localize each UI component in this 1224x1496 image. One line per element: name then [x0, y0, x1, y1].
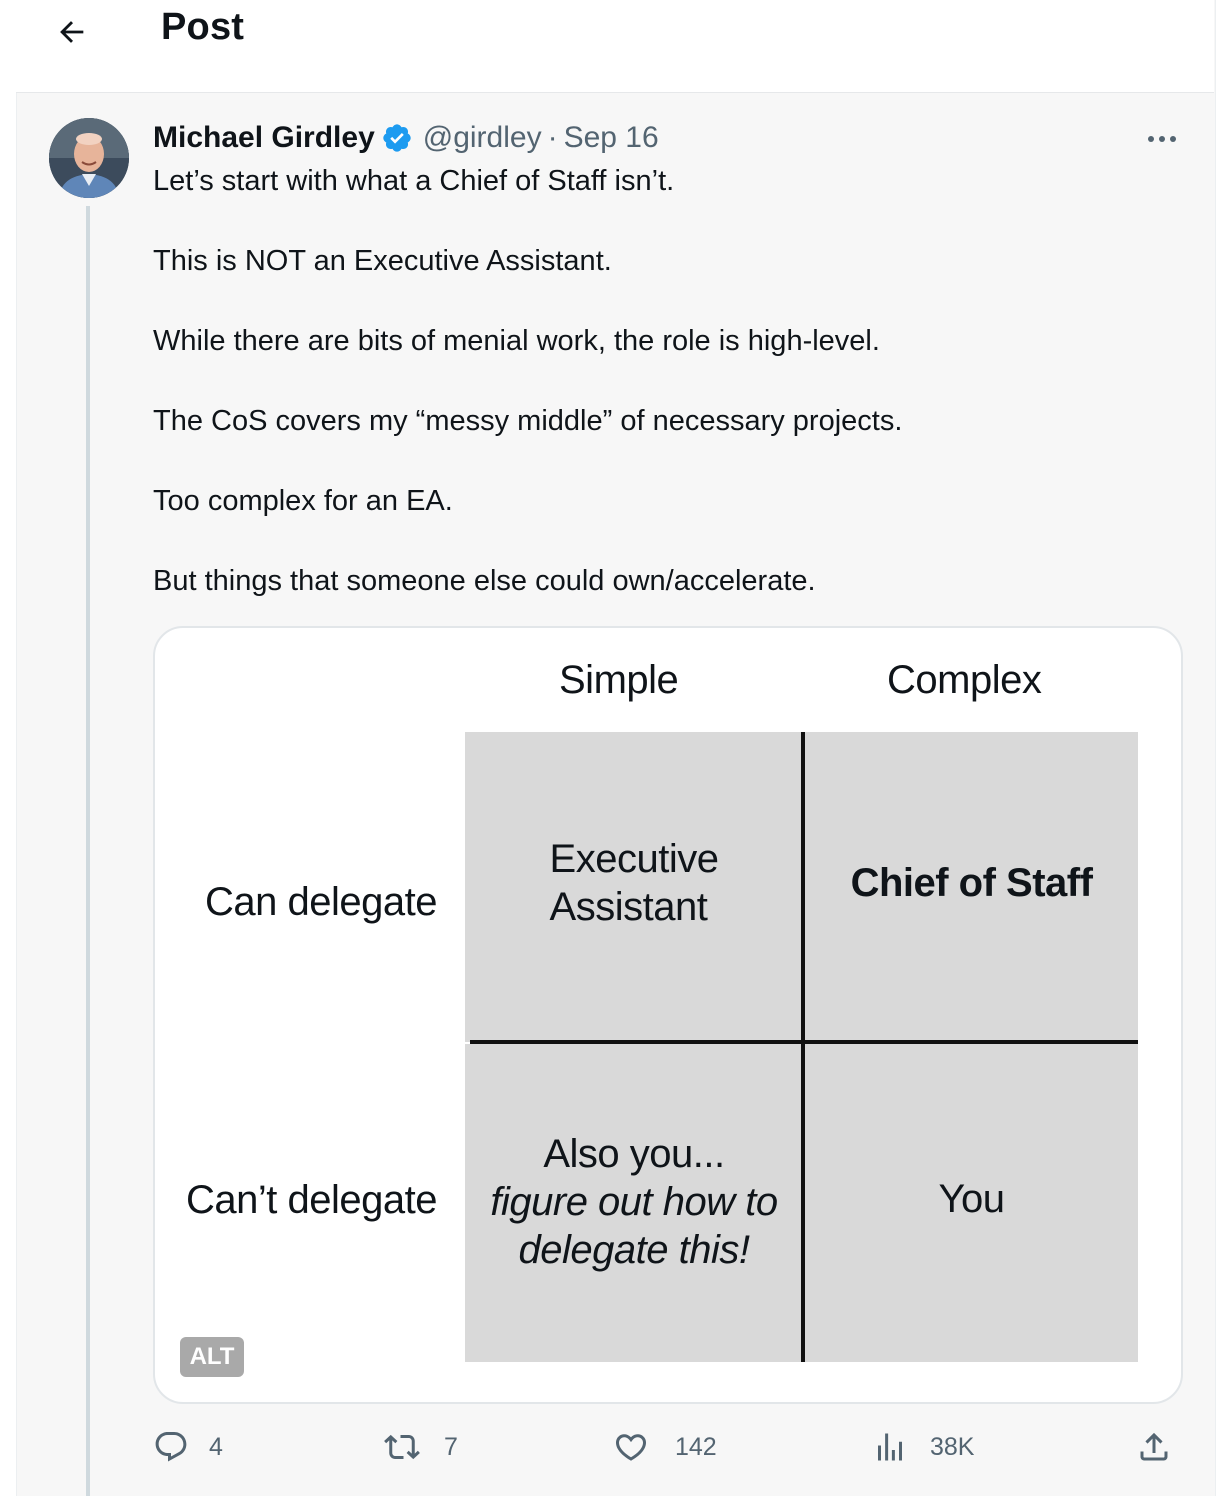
cell-text-line: Assistant	[549, 885, 708, 929]
tweet-paragraph: Too complex for an EA.	[153, 485, 453, 517]
cell-text-line: delegate this!	[518, 1228, 750, 1272]
row-header-cant-delegate: Can’t delegate	[186, 1178, 437, 1222]
cell-text: You	[938, 1177, 1006, 1221]
tweet-media-image[interactable]: Simple Complex Can delegate Can’t delega…	[153, 626, 1183, 1404]
heart-icon	[615, 1434, 647, 1461]
more-dots-icon	[1148, 136, 1176, 142]
avatar-image	[49, 118, 129, 198]
share-upload-icon	[1140, 1432, 1168, 1461]
page-header: Post	[16, 0, 1214, 93]
repost-button[interactable]: 7	[384, 1426, 458, 1468]
thread-line	[86, 206, 90, 1496]
tweet-paragraph: The CoS covers my “messy middle” of nece…	[153, 405, 903, 437]
tweet-text: Let’s start with what a Chief of Staff i…	[153, 161, 1173, 641]
matrix-vertical-divider	[801, 732, 805, 1362]
views-button[interactable]: 38K	[872, 1426, 974, 1468]
share-button[interactable]	[1136, 1426, 1172, 1468]
row-header-can-delegate: Can delegate	[205, 880, 437, 924]
views-count: 38K	[930, 1432, 975, 1461]
tweet-paragraph: While there are bits of menial work, the…	[153, 325, 880, 357]
arrow-left-icon	[60, 21, 84, 43]
cell-you: You	[805, 1044, 1138, 1362]
bar-chart-icon	[878, 1433, 902, 1461]
column-header-complex: Complex	[887, 658, 1042, 702]
tweet-paragraph: Let’s start with what a Chief of Staff i…	[153, 165, 675, 197]
cell-chief-of-staff: Chief of Staff	[805, 732, 1138, 1042]
repost-count: 7	[444, 1432, 458, 1461]
like-button[interactable]: 142	[613, 1426, 717, 1468]
cell-text: Chief of Staff	[850, 861, 1093, 905]
like-count: 142	[675, 1432, 717, 1461]
cell-text-line: Executive	[549, 837, 719, 881]
column-header-simple: Simple	[559, 658, 679, 702]
matrix-horizontal-divider	[470, 1040, 1138, 1044]
tweet-paragraph: This is NOT an Executive Assistant.	[153, 245, 612, 277]
alt-text-badge[interactable]: ALT	[180, 1337, 244, 1377]
page-title: Post	[161, 6, 245, 48]
more-options-button[interactable]	[1140, 122, 1184, 156]
author-handle[interactable]: @girdley	[423, 121, 542, 155]
cell-also-you: Also you... figure out how to delegate t…	[465, 1044, 803, 1362]
repost-icon	[384, 1434, 420, 1460]
meta-separator: ·	[547, 121, 558, 154]
cell-text-line: Also you...	[543, 1132, 725, 1176]
back-button[interactable]	[52, 12, 92, 52]
reply-bubble-icon	[155, 1432, 187, 1462]
avatar[interactable]	[49, 118, 129, 198]
reply-button[interactable]: 4	[153, 1426, 223, 1468]
tweet-paragraph: But things that someone else could own/a…	[153, 565, 816, 597]
cell-executive-assistant: Executive Assistant	[465, 732, 803, 1042]
reply-count: 4	[209, 1432, 223, 1461]
cell-text-line: figure out how to	[490, 1180, 778, 1224]
author-name[interactable]: Michael Girdley	[153, 121, 375, 155]
tweet-date[interactable]: Sep 16	[564, 121, 659, 155]
tweet-author-row: Michael Girdley @girdley · Sep 16	[153, 118, 659, 158]
verified-badge-icon	[381, 122, 413, 154]
